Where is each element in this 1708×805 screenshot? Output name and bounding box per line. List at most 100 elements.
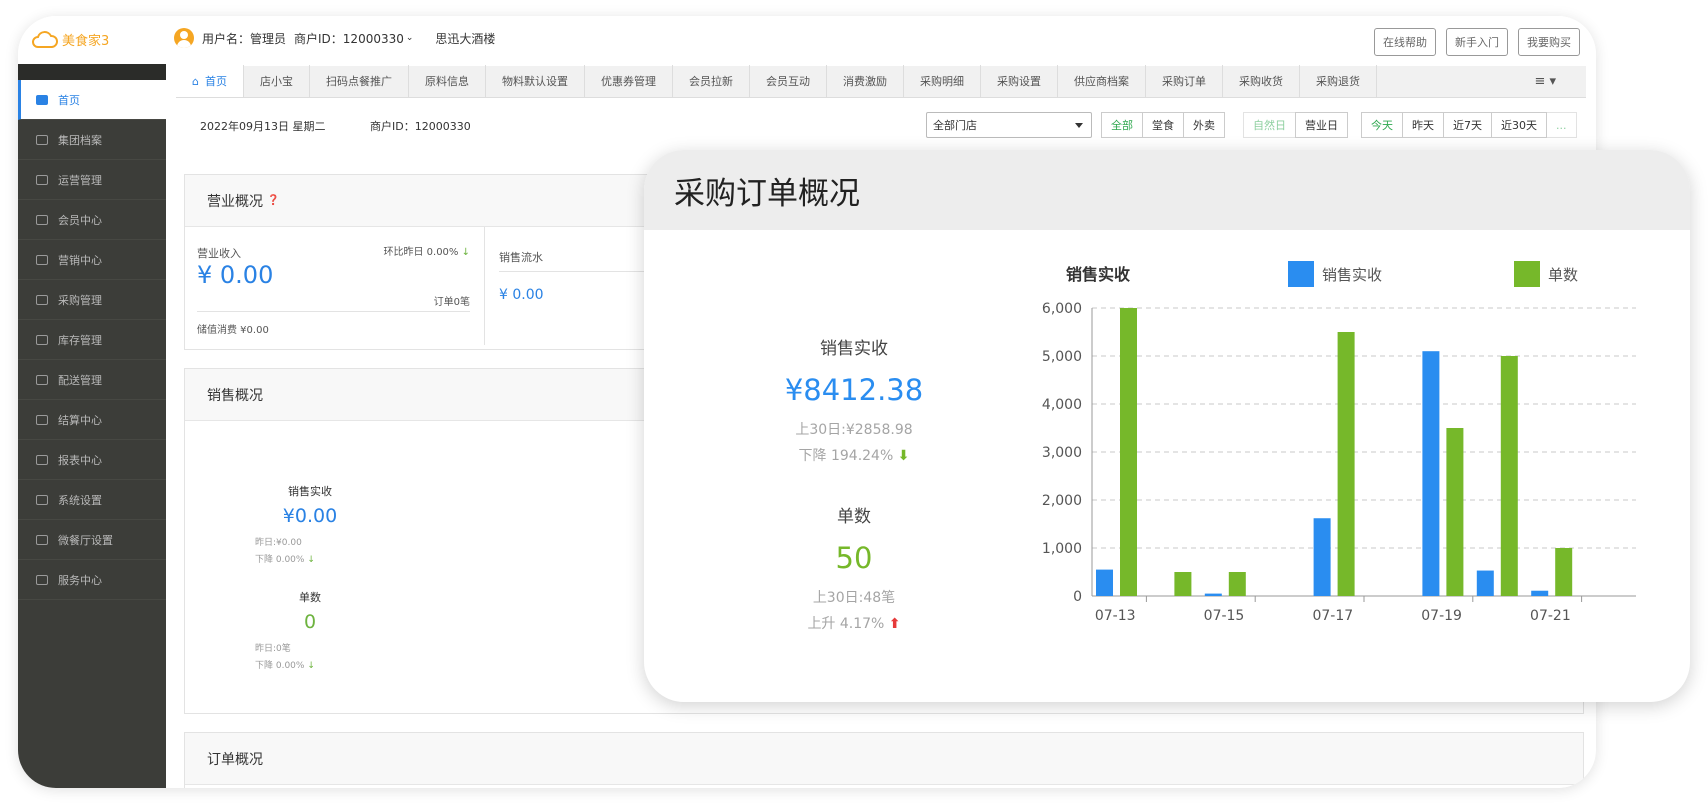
sidebar-item-label: 营销中心: [58, 253, 102, 267]
app-logo[interactable]: 美食家3: [32, 30, 109, 49]
help-icon[interactable]: ❓: [267, 195, 279, 206]
y-tick-label: 2,000: [1042, 493, 1082, 509]
card-title: 采购订单概况: [674, 175, 860, 212]
sidebar-item-inventory[interactable]: 库存管理: [18, 320, 166, 360]
bar-chart-icon: [36, 174, 48, 185]
channel-dinein-button[interactable]: 堂食: [1142, 112, 1184, 138]
card-actual-label: 销售实收: [820, 339, 888, 359]
buy-button[interactable]: 我要购买: [1518, 28, 1580, 56]
y-tick-label: 4,000: [1042, 397, 1082, 413]
legend-label-sales: 销售实收: [1322, 266, 1382, 284]
channel-all-button[interactable]: 全部: [1101, 112, 1143, 138]
panel-title: 营业概况: [207, 193, 263, 210]
tab-item[interactable]: 会员拉新: [673, 65, 750, 97]
card-actual-prev: 上30日:¥2858.98: [795, 422, 913, 438]
report-icon: [36, 454, 48, 465]
chevron-down-icon[interactable]: ⌄: [406, 33, 414, 43]
gear-icon: [36, 494, 48, 505]
tab-item[interactable]: 扫码点餐推广: [310, 65, 409, 97]
sidebar-item-reports[interactable]: 报表中心: [18, 440, 166, 480]
sidebar-item-delivery[interactable]: 配送管理: [18, 360, 166, 400]
bar-sales: [1422, 351, 1440, 596]
business-day-button[interactable]: 营业日: [1295, 112, 1348, 138]
arrow-down-icon: ↓: [461, 247, 470, 258]
tab-label: 首页: [204, 75, 227, 88]
top-header: 美食家3 用户名：管理员 商户ID：12000330 ⌄ 思迅大酒楼 在线帮助 …: [18, 16, 1596, 64]
tab-item[interactable]: 原料信息: [409, 65, 486, 97]
card-count-stat: 单数 50 上30日:48笔 上升 4.17% ⬆: [734, 502, 974, 637]
sidebar-item-group-archive[interactable]: 集团档案: [18, 120, 166, 160]
daytype-group: 自然日 营业日: [1243, 112, 1348, 138]
divider: [197, 311, 470, 312]
sidebar-top-strip: [18, 64, 166, 80]
sales-count-block: 单数 0 昨日:0笔 下降 0.00% ↓: [255, 589, 505, 671]
store-select[interactable]: 全部门店: [926, 112, 1092, 138]
range-today-button[interactable]: 今天: [1361, 112, 1403, 138]
cloud-logo-icon: [32, 30, 58, 48]
tab-item[interactable]: 店小宝: [244, 65, 310, 97]
sidebar-item-label: 集团档案: [58, 133, 102, 147]
card-actual-change: 下降 194.24% ⬇: [734, 443, 974, 469]
sales-actual-value: ¥0.00: [282, 505, 338, 527]
range-more-button[interactable]: ...: [1546, 112, 1577, 138]
sales-count-change: 下降 0.00% ↓: [255, 658, 505, 671]
y-tick-label: 1,000: [1042, 541, 1082, 557]
tab-menu-icon[interactable]: ≡ ▾: [1504, 65, 1586, 97]
sidebar-item-settlement[interactable]: 结算中心: [18, 400, 166, 440]
sidebar-item-label: 结算中心: [58, 413, 102, 427]
sidebar-item-service[interactable]: 服务中心: [18, 560, 166, 600]
order-overview-header: 订单概况: [185, 733, 1583, 785]
bar-count: [1120, 308, 1137, 596]
tab-item[interactable]: 采购明细: [904, 65, 981, 97]
tab-item[interactable]: 会员互动: [750, 65, 827, 97]
channel-takeout-button[interactable]: 外卖: [1183, 112, 1225, 138]
sidebar-item-label: 报表中心: [58, 453, 102, 467]
bar-sales: [1313, 518, 1331, 596]
sales-count-label: 单数: [299, 591, 321, 604]
y-tick-label: 5,000: [1042, 349, 1082, 365]
tab-item[interactable]: 采购设置: [981, 65, 1058, 97]
tab-item[interactable]: 消费激励: [827, 65, 904, 97]
change-text: 上升 4.17%: [807, 616, 885, 632]
revenue-value: ¥ 0.00: [197, 261, 274, 289]
sidebar-item-label: 运营管理: [58, 173, 102, 187]
card-count-value: 50: [835, 541, 873, 575]
bar-sales: [1204, 593, 1222, 596]
y-tick-label: 3,000: [1042, 445, 1082, 461]
tab-item[interactable]: 物料默认设置: [486, 65, 585, 97]
tab-item[interactable]: 采购收货: [1223, 65, 1300, 97]
bar-sales: [1096, 569, 1113, 596]
x-tick-label: 07-21: [1530, 608, 1571, 624]
card-count-prev: 上30日:48笔: [812, 590, 896, 606]
sidebar-item-purchasing[interactable]: 采购管理: [18, 280, 166, 320]
online-help-button[interactable]: 在线帮助: [1374, 28, 1436, 56]
sidebar-item-label: 会员中心: [58, 213, 102, 227]
legend-label-count: 单数: [1548, 266, 1578, 284]
sidebar-item-operations[interactable]: 运营管理: [18, 160, 166, 200]
getting-started-button[interactable]: 新手入门: [1446, 28, 1508, 56]
sidebar-item-marketing[interactable]: 营销中心: [18, 240, 166, 280]
sidebar-item-label: 库存管理: [58, 333, 102, 347]
sidebar-item-label: 系统设置: [58, 493, 102, 507]
revenue-compare: 环比昨日 0.00% ↓: [383, 243, 470, 258]
avatar: [174, 28, 194, 48]
sidebar-item-settings[interactable]: 系统设置: [18, 480, 166, 520]
natural-day-button[interactable]: 自然日: [1243, 112, 1296, 138]
bar-count: [1337, 332, 1355, 596]
book-icon: [36, 294, 48, 305]
range-yesterday-button[interactable]: 昨天: [1402, 112, 1444, 138]
merchant-id[interactable]: 商户ID：12000330: [294, 30, 404, 47]
sidebar-item-members[interactable]: 会员中心: [18, 200, 166, 240]
bar-sales: [1476, 570, 1494, 596]
tab-item[interactable]: 优惠券管理: [585, 65, 673, 97]
tab-item[interactable]: 采购退货: [1300, 65, 1377, 97]
service-icon: [36, 574, 48, 585]
sidebar-item-home[interactable]: 首页: [18, 80, 166, 120]
sidebar-item-micro-restaurant[interactable]: 微餐厅设置: [18, 520, 166, 560]
filter-bar: 2022年09月13日 星期二 商户ID：12000330 全部门店 全部 堂食…: [186, 104, 1586, 148]
range-7days-button[interactable]: 近7天: [1443, 112, 1492, 138]
tab-item[interactable]: 供应商档案: [1058, 65, 1146, 97]
tab-item[interactable]: 采购订单: [1146, 65, 1223, 97]
range-30days-button[interactable]: 近30天: [1491, 112, 1547, 138]
tab-home[interactable]: ⌂ 首页: [176, 65, 244, 97]
